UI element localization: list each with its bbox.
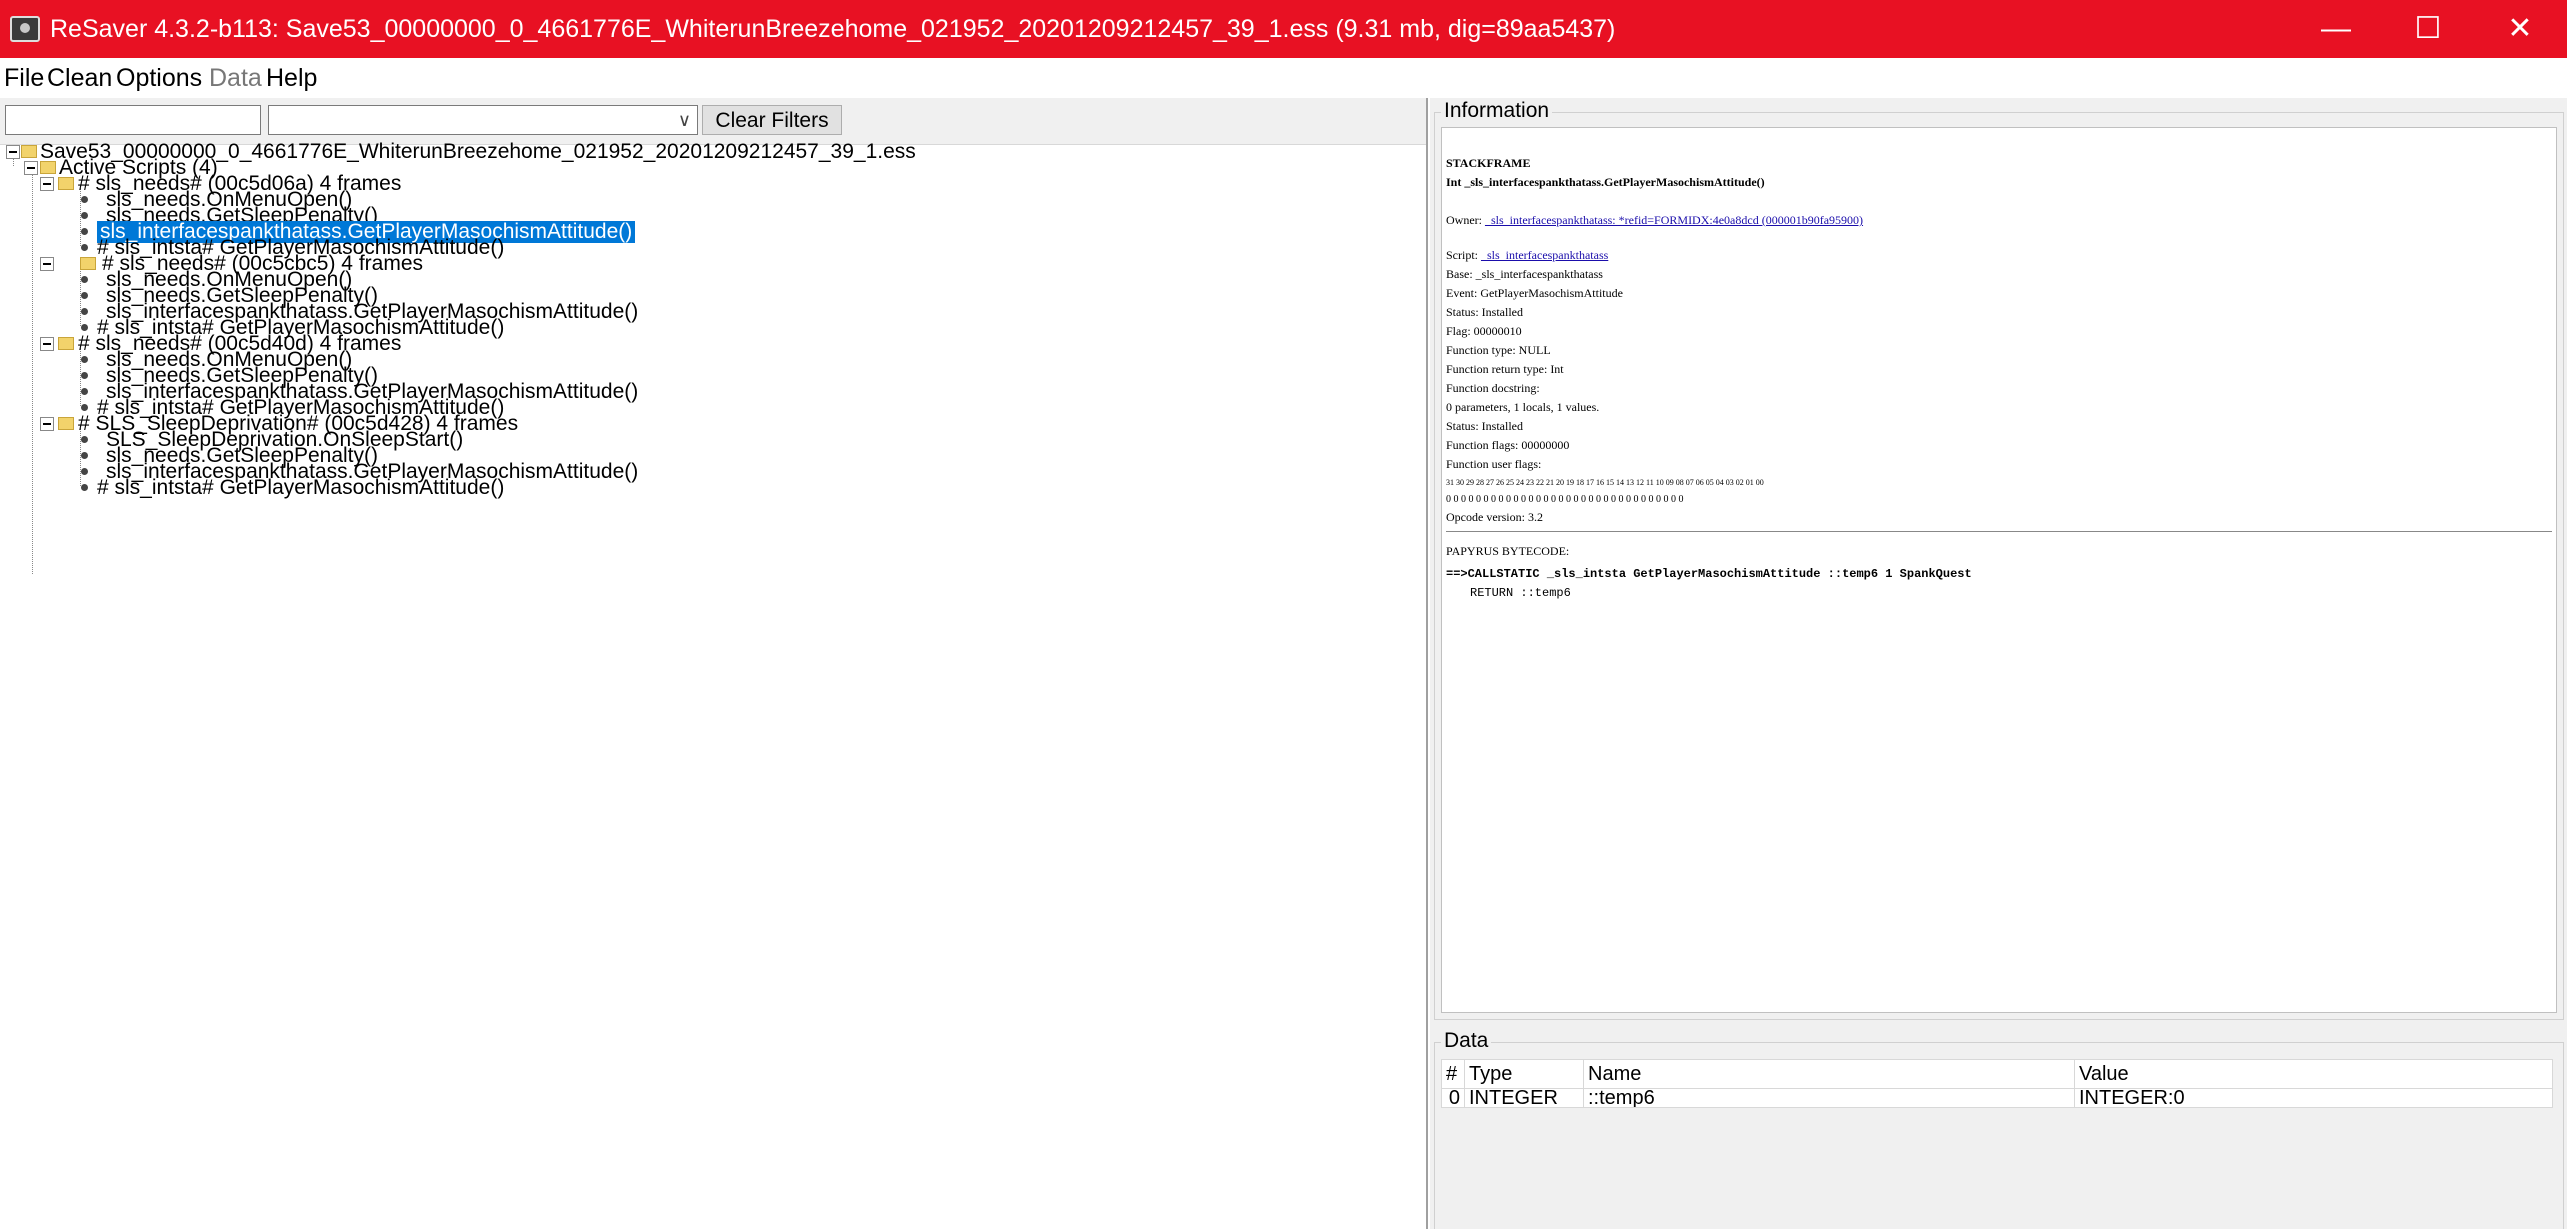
folder-icon (80, 257, 96, 270)
divider (1446, 531, 2552, 532)
folder-icon (21, 145, 37, 158)
folder-icon (58, 337, 74, 350)
column-header-type[interactable]: Type (1464, 1059, 1584, 1089)
info-opcode-version: Opcode version: 3.2 (1446, 510, 1543, 524)
bullet-icon (81, 212, 88, 219)
folder-icon (58, 417, 74, 430)
cell-name: ::temp6 (1583, 1088, 2075, 1108)
clear-filters-button[interactable]: Clear Filters (702, 105, 842, 135)
bullet-icon (81, 404, 88, 411)
info-user-flags: Function user flags: (1446, 457, 1542, 471)
table-row[interactable]: 0 INTEGER ::temp6 INTEGER:0 (1441, 1088, 2553, 1108)
menu-data[interactable]: Data (209, 58, 262, 98)
info-function-type: Function type: NULL (1446, 343, 1551, 357)
bullet-icon (81, 324, 88, 331)
window-title: ReSaver 4.3.2-b113: Save53_00000000_0_46… (50, 15, 1616, 43)
info-signature: Int _sls_interfacespankthatass.GetPlayer… (1446, 175, 1765, 189)
data-panel: Data # Type Name Value 0 INTEGER ::temp6… (1434, 1029, 2564, 1229)
info-event: Event: GetPlayerMasochismAttitude (1446, 286, 1623, 300)
bytecode-line: RETURN ::temp6 (1470, 586, 1571, 600)
filter-text-input[interactable] (5, 105, 261, 135)
column-header-name[interactable]: Name (1583, 1059, 2075, 1089)
information-title: Information (1441, 99, 1553, 123)
collapse-icon[interactable] (24, 161, 38, 175)
information-panel: Information STACKFRAME Int _sls_interfac… (1434, 99, 2564, 1020)
maximize-button[interactable]: ☐ (2382, 0, 2474, 58)
bullet-icon (81, 196, 88, 203)
bullet-icon (81, 276, 88, 283)
app-icon (10, 16, 40, 42)
info-function-flags: Function flags: 00000000 (1446, 438, 1570, 452)
column-header-index[interactable]: # (1441, 1059, 1465, 1089)
minimize-icon: — (2321, 12, 2351, 45)
folder-icon (58, 177, 74, 190)
collapse-icon[interactable] (40, 337, 54, 351)
bullet-icon (81, 356, 88, 363)
info-params: 0 parameters, 1 locals, 1 values. (1446, 400, 1600, 414)
cell-value: INTEGER:0 (2074, 1088, 2553, 1108)
folder-icon (40, 161, 56, 174)
info-heading: STACKFRAME (1446, 156, 1531, 170)
bullet-icon (81, 468, 88, 475)
info-script: Script: _sls_interfacespankthatass (1446, 248, 1609, 262)
flag-indices: 31 30 29 28 27 26 25 24 23 22 21 20 19 1… (1446, 478, 1764, 487)
info-base: Base: _sls_interfacespankthatass (1446, 267, 1603, 281)
filter-bar: ∨ Clear Filters (0, 98, 1426, 145)
maximize-icon: ☐ (2414, 12, 2442, 45)
bullet-icon (81, 484, 88, 491)
bytecode-label: PAPYRUS BYTECODE: (1446, 544, 1570, 558)
cell-type: INTEGER (1464, 1088, 1584, 1108)
data-title: Data (1441, 1029, 1492, 1053)
tree-frame-label: # sls_intsta# GetPlayerMasochismAttitude… (97, 476, 505, 499)
minimize-button[interactable]: — (2290, 0, 2382, 58)
info-docstring: Function docstring: (1446, 381, 1540, 395)
bullet-icon (81, 244, 88, 251)
collapse-icon[interactable] (40, 177, 54, 191)
collapse-icon[interactable] (40, 417, 54, 431)
bullet-icon (81, 228, 88, 235)
left-pane: ∨ Clear Filters Save53_00000000_0_466177… (0, 98, 1428, 1229)
data-table: # Type Name Value 0 INTEGER ::temp6 INTE… (1441, 1059, 2553, 1108)
bullet-icon (81, 436, 88, 443)
cell-index: 0 (1441, 1088, 1465, 1108)
menu-help[interactable]: Help (266, 58, 317, 98)
collapse-icon[interactable] (6, 145, 20, 159)
bullet-icon (81, 292, 88, 299)
info-return-type: Function return type: Int (1446, 362, 1564, 376)
info-owner: Owner: _sls_interfacespankthatass: *refi… (1446, 213, 1864, 227)
menu-bar: File Clean Options Data Help (0, 58, 2567, 98)
bullet-icon (81, 308, 88, 315)
close-icon: ✕ (2507, 12, 2533, 45)
bullet-icon (81, 388, 88, 395)
title-bar: ReSaver 4.3.2-b113: Save53_00000000_0_46… (0, 0, 2567, 58)
information-content: STACKFRAME Int _sls_interfacespankthatas… (1441, 127, 2557, 1013)
bullet-icon (81, 372, 88, 379)
right-pane: Information STACKFRAME Int _sls_interfac… (1430, 98, 2567, 1229)
table-header-row: # Type Name Value (1441, 1059, 2553, 1089)
info-flag: Flag: 00000010 (1446, 324, 1522, 338)
menu-clean[interactable]: Clean (47, 58, 112, 98)
bullet-icon (81, 452, 88, 459)
close-button[interactable]: ✕ (2474, 0, 2566, 58)
flag-values: 0 0 0 0 0 0 0 0 0 0 0 0 0 0 0 0 0 0 0 0 … (1446, 494, 1684, 505)
bytecode-line: ==>CALLSTATIC _sls_intsta GetPlayerMasoc… (1446, 567, 1972, 581)
script-link[interactable]: _sls_interfacespankthatass (1481, 248, 1608, 262)
owner-link[interactable]: _sls_interfacespankthatass: *refid=FORMI… (1485, 213, 1863, 227)
collapse-icon[interactable] (40, 257, 54, 271)
tree-guide (32, 172, 33, 574)
menu-options[interactable]: Options (116, 58, 202, 98)
menu-file[interactable]: File (4, 58, 44, 98)
chevron-down-icon[interactable]: ∨ (678, 106, 691, 134)
info-status: Status: Installed (1446, 305, 1523, 319)
column-header-value[interactable]: Value (2074, 1059, 2553, 1089)
filter-combo[interactable]: ∨ (268, 105, 698, 135)
info-status2: Status: Installed (1446, 419, 1523, 433)
